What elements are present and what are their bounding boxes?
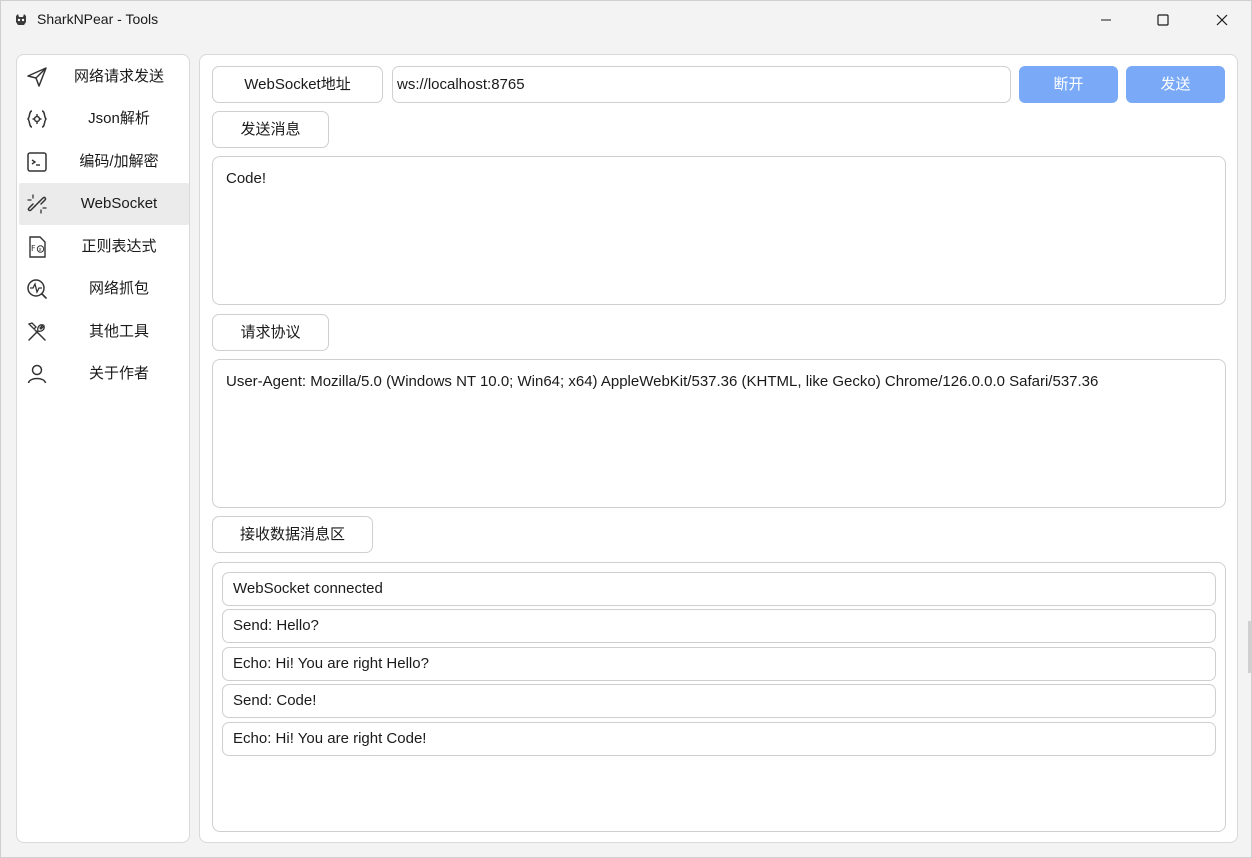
sidebar-item-http-request[interactable]: 网络请求发送 [19,56,189,98]
disconnect-button[interactable]: 断开 [1019,66,1118,103]
websocket-address-label: WebSocket地址 [212,66,383,103]
request-protocol-label: 请求协议 [212,314,329,351]
sidebar-item-label: 网络抓包 [88,280,149,297]
sidebar-item-about[interactable]: 关于作者 [19,353,189,395]
close-icon [1216,14,1228,26]
sidebar-item-packet-capture[interactable]: 网络抓包 [19,268,189,310]
message-textarea[interactable]: Code! [212,156,1226,305]
list-item[interactable]: Send: Hello? [222,609,1216,643]
sidebar-item-other-tools[interactable]: 其他工具 [19,311,189,353]
svg-text:F: F [31,244,36,253]
sidebar-item-label: WebSocket [80,195,158,212]
app-window: SharkNPear - Tools 网络请求发送 Json解析 编码/加解密 … [0,0,1252,858]
sidebar-item-label: 关于作者 [88,365,149,382]
window-title: SharkNPear - Tools [37,11,159,27]
terminal-icon [27,152,47,172]
close-button[interactable] [1193,1,1251,39]
minimize-button[interactable] [1077,1,1135,39]
formula-file-icon: F x [29,236,46,258]
protocol-textarea[interactable]: User-Agent: Mozilla/5.0 (Windows NT 10.0… [212,359,1226,508]
person-icon [27,364,47,384]
send-icon [27,67,47,87]
window-resize-edge [1248,621,1251,673]
json-braces-icon [26,110,48,128]
send-button[interactable]: 发送 [1126,66,1225,103]
sidebar-item-label: Json解析 [88,110,150,127]
app-logo-icon [16,14,26,25]
main-panel: WebSocket地址 ws://localhost:8765 断开 发送 发送… [199,54,1238,843]
websocket-url-input[interactable]: ws://localhost:8765 [392,66,1011,103]
maximize-icon [1157,14,1169,26]
received-messages-list[interactable]: WebSocket connected Send: Hello? Echo: H… [212,562,1226,832]
wrench-screwdriver-icon [27,322,46,341]
list-item[interactable]: WebSocket connected [222,572,1216,606]
sidebar-item-label: 其他工具 [88,323,149,340]
maximize-button[interactable] [1134,1,1192,39]
sidebar-item-label: 正则表达式 [81,238,157,255]
sidebar-item-encoding[interactable]: 编码/加解密 [19,141,189,183]
list-item[interactable]: Echo: Hi! You are right Hello? [222,647,1216,681]
received-messages-label: 接收数据消息区 [212,516,373,553]
send-message-label: 发送消息 [212,111,329,148]
list-item[interactable]: Echo: Hi! You are right Code! [222,722,1216,756]
pulse-search-icon [27,279,47,299]
sidebar-item-regex[interactable]: F x 正则表达式 [19,226,189,268]
sidebar-item-websocket[interactable]: WebSocket [19,183,189,225]
minimize-icon [1101,19,1111,21]
title-bar: SharkNPear - Tools [1,1,1251,39]
svg-text:x: x [39,247,42,253]
list-item[interactable]: Send: Code! [222,684,1216,718]
sidebar-item-label: 编码/加解密 [79,153,159,170]
sidebar-item-label: 网络请求发送 [73,68,164,85]
link-broken-icon [27,194,47,214]
sidebar: 网络请求发送 Json解析 编码/加解密 WebSocket F x 正则表达式… [16,54,190,843]
sidebar-item-json[interactable]: Json解析 [19,98,189,140]
